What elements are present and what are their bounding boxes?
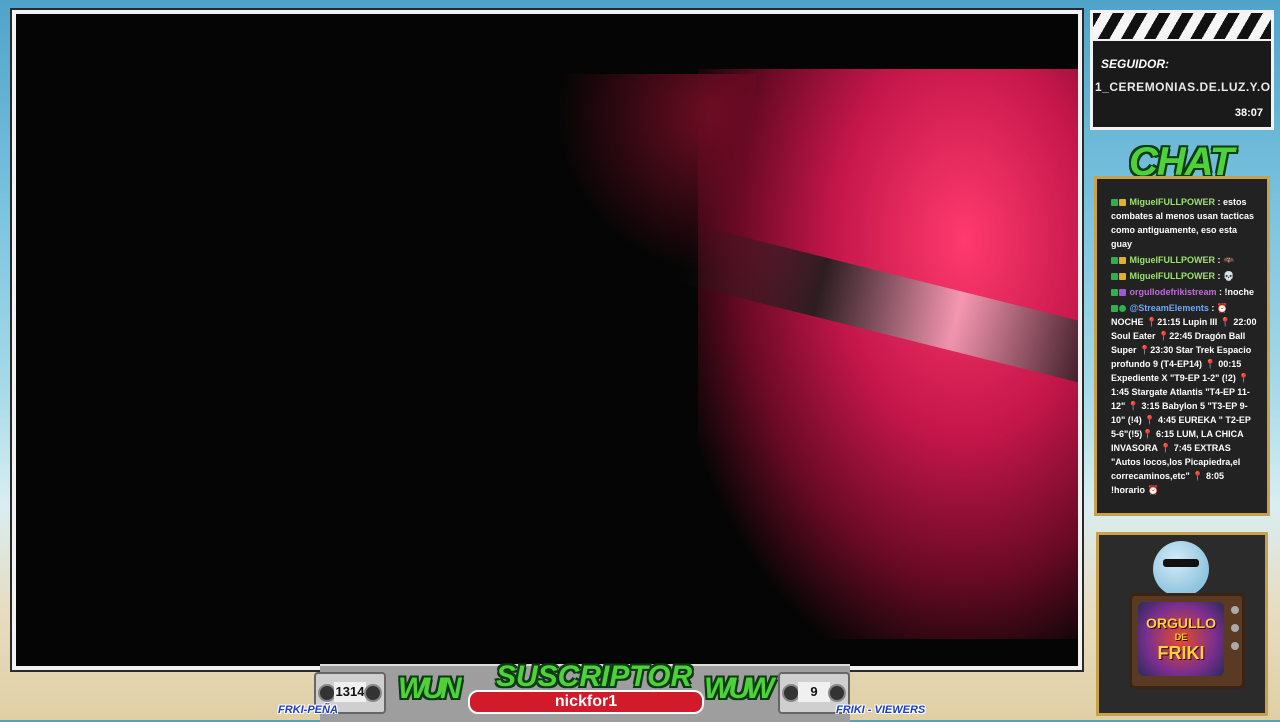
chat-username[interactable]: MiguelFULLPOWER xyxy=(1130,255,1216,265)
reel-icon xyxy=(364,684,382,702)
chat-message: @StreamElements : ⏰ NOCHE 📍21:15 Lupin I… xyxy=(1111,303,1257,495)
mod-badge-icon xyxy=(1111,273,1118,281)
follower-name: 1_CEREMONIAS.DE.LUZ.Y.OS xyxy=(1095,80,1274,94)
sub-badge-icon xyxy=(1119,199,1126,207)
logo-line: FRIKI xyxy=(1157,643,1205,663)
sub-badge-icon xyxy=(1119,273,1126,281)
broadcaster-badge-icon xyxy=(1119,289,1126,297)
mod-badge-icon xyxy=(1111,289,1118,297)
chat-text: ⏰ NOCHE 📍21:15 Lupin III 📍 22:00 Soul Ea… xyxy=(1111,303,1257,495)
follower-count: 1314 xyxy=(334,682,366,702)
mascot-icon xyxy=(1153,541,1209,597)
follower-time: 38:07 xyxy=(1234,107,1263,119)
chat-text: 🦇 xyxy=(1223,255,1235,265)
viewer-count-label: FRIKI - VIEWERS xyxy=(836,704,926,716)
logo-line: ORGULLO xyxy=(1146,615,1216,631)
sub-badge-icon xyxy=(1119,257,1126,265)
follower-clapper: SEGUIDOR: 1_CEREMONIAS.DE.LUZ.Y.OS 38:07 xyxy=(1090,10,1274,130)
chat-username[interactable]: @StreamElements xyxy=(1130,303,1209,313)
chat-username[interactable]: orgullodefrikistream xyxy=(1130,287,1217,297)
verified-badge-icon xyxy=(1119,305,1126,313)
tv-icon: ORGULLO DE FRIKI xyxy=(1129,593,1245,689)
deco-right: WUW xyxy=(704,672,774,705)
chat-box: MiguelFULLPOWER : estos combates al meno… xyxy=(1094,176,1270,516)
reel-icon xyxy=(828,684,846,702)
chat-message: MiguelFULLPOWER : 💀 xyxy=(1111,269,1259,283)
chat-text: !noche xyxy=(1224,287,1255,297)
chat-username[interactable]: MiguelFULLPOWER xyxy=(1130,271,1216,281)
viewer-count: 9 xyxy=(798,682,830,702)
mod-badge-icon xyxy=(1111,257,1118,265)
channel-logo-box: ORGULLO DE FRIKI xyxy=(1096,532,1268,716)
chat-text: 💀 xyxy=(1223,271,1235,281)
subscriber-name: nickfor1 xyxy=(468,690,704,714)
clapper-stripes xyxy=(1093,13,1271,41)
channel-logo: ORGULLO DE FRIKI xyxy=(1138,602,1224,676)
chat-message: MiguelFULLPOWER : estos combates al meno… xyxy=(1111,197,1255,249)
deco-left: WUN xyxy=(398,672,462,705)
logo-line: DE xyxy=(1174,632,1188,642)
chat-username[interactable]: MiguelFULLPOWER xyxy=(1130,197,1216,207)
follower-count-label: FRKI-PEÑA xyxy=(278,704,338,716)
mod-badge-icon xyxy=(1111,199,1118,207)
chat-message: orgullodefrikistream : !noche xyxy=(1111,285,1259,299)
subscriber-title: SUSCRIPTOR xyxy=(496,660,693,693)
video-frame xyxy=(10,8,1084,672)
chat-message: MiguelFULLPOWER : 🦇 xyxy=(1111,253,1259,267)
video-player[interactable] xyxy=(16,14,1078,666)
mod-badge-icon xyxy=(1111,305,1118,313)
follower-label: SEGUIDOR: xyxy=(1101,57,1170,71)
tv-knobs xyxy=(1231,606,1239,666)
